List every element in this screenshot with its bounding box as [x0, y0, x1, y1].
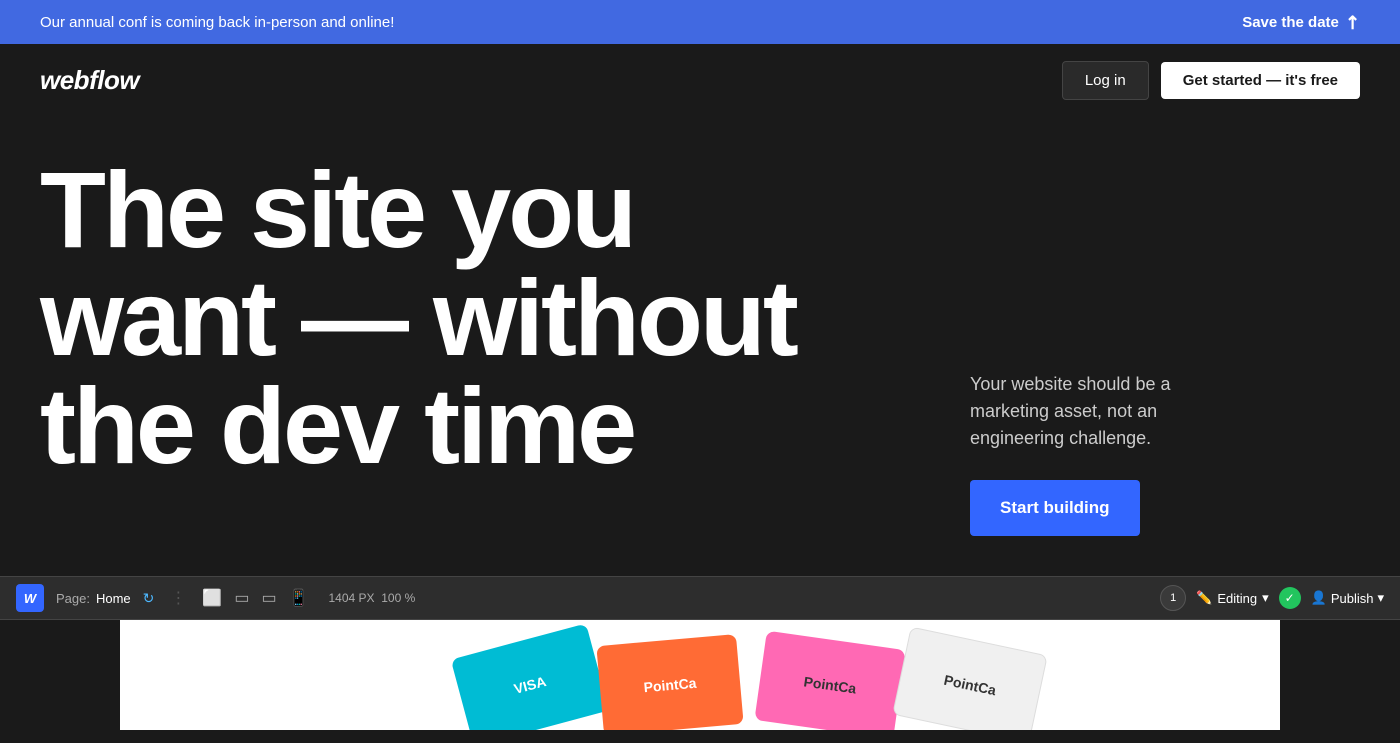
hero-description: Your website should be a marketing asset…: [970, 371, 1210, 452]
save-the-date-label: Save the date: [1242, 14, 1339, 31]
headline-line-2: want — without: [40, 257, 796, 378]
editor-right-controls: 1 ✏️ Editing ▾ ✓ 👤 Publish ▾: [1160, 585, 1384, 611]
page-name: Home: [96, 591, 131, 606]
start-building-button[interactable]: Start building: [970, 480, 1140, 536]
user-avatar: 1: [1160, 585, 1186, 611]
card-pink: PointCa: [754, 631, 905, 730]
headline-line-1: The site you: [40, 149, 634, 270]
hero-left: The site you want — without the dev time: [40, 156, 910, 546]
page-label: Page:: [56, 591, 90, 606]
separator-1: ⋮: [170, 588, 186, 608]
login-button[interactable]: Log in: [1062, 61, 1149, 100]
desktop-view-icon[interactable]: ⬜: [202, 588, 222, 608]
tablet-view-icon[interactable]: ▭: [234, 588, 249, 608]
editor-page-info: Page: Home: [56, 591, 131, 606]
mobile-portrait-icon[interactable]: 📱: [289, 588, 309, 608]
save-the-date-link[interactable]: Save the date ↗: [1242, 12, 1360, 33]
hero-right: Your website should be a marketing asset…: [910, 156, 1210, 546]
headline-line-3: the dev time: [40, 365, 634, 486]
editing-mode-button[interactable]: ✏️ Editing ▾: [1196, 590, 1268, 606]
refresh-icon[interactable]: ↻: [143, 590, 155, 607]
editing-label: Editing: [1217, 591, 1257, 606]
publish-button[interactable]: 👤 Publish ▾: [1311, 590, 1384, 606]
publish-chevron-icon: ▾: [1377, 590, 1384, 606]
mobile-landscape-icon[interactable]: ▭: [261, 588, 276, 608]
editor-logo-icon: W: [16, 584, 44, 612]
card-white: PointCa: [892, 626, 1048, 730]
hero-section: The site you want — without the dev time…: [0, 116, 1400, 576]
card-visa: VISA: [451, 623, 610, 730]
hero-headline: The site you want — without the dev time: [40, 156, 910, 480]
dimensions-label: 1404 PX 100 %: [329, 591, 416, 605]
publish-label: Publish: [1331, 591, 1374, 606]
announcement-bar: Our annual conf is coming back in-person…: [0, 0, 1400, 44]
editor-toolbar: W Page: Home ↻ ⋮ ⬜ ▭ ▭ 📱 1404 PX 100 % 1…: [0, 576, 1400, 620]
preview-area: VISA PointCa PointCa PointCa: [120, 620, 1280, 730]
save-the-date-arrow-icon: ↗: [1340, 9, 1366, 35]
nav-buttons: Log in Get started — it's free: [1062, 61, 1360, 100]
navigation: webflow Log in Get started — it's free: [0, 44, 1400, 116]
editing-chevron-icon: ▾: [1262, 590, 1269, 606]
pencil-icon: ✏️: [1196, 590, 1212, 606]
person-icon: 👤: [1311, 590, 1327, 606]
card-orange: PointCa: [596, 634, 743, 730]
announcement-text: Our annual conf is coming back in-person…: [40, 14, 394, 31]
get-started-button[interactable]: Get started — it's free: [1161, 62, 1360, 99]
webflow-logo: webflow: [40, 65, 139, 96]
status-check-icon: ✓: [1279, 587, 1301, 609]
